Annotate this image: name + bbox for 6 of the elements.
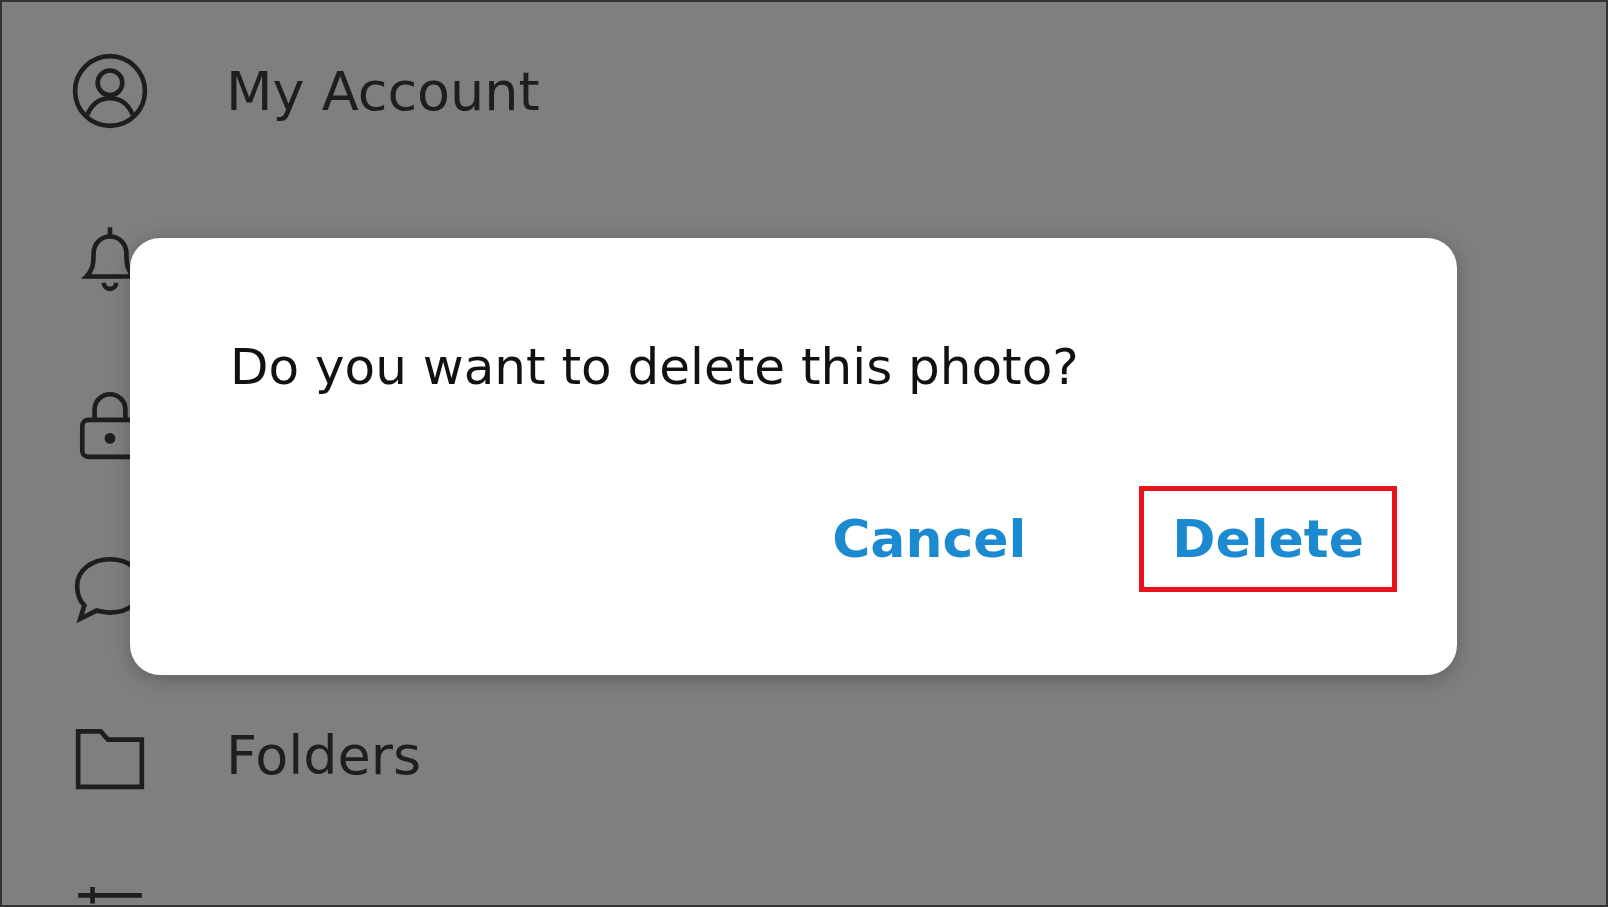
delete-button[interactable]: Delete [1139, 486, 1397, 592]
menu-item-label[interactable]: Folders [226, 723, 421, 787]
dialog-message: Do you want to delete this photo? [230, 338, 1080, 396]
person-circle-icon [72, 53, 148, 129]
menu-item-label[interactable]: My Account [226, 59, 540, 123]
cancel-button[interactable]: Cancel [799, 486, 1060, 592]
